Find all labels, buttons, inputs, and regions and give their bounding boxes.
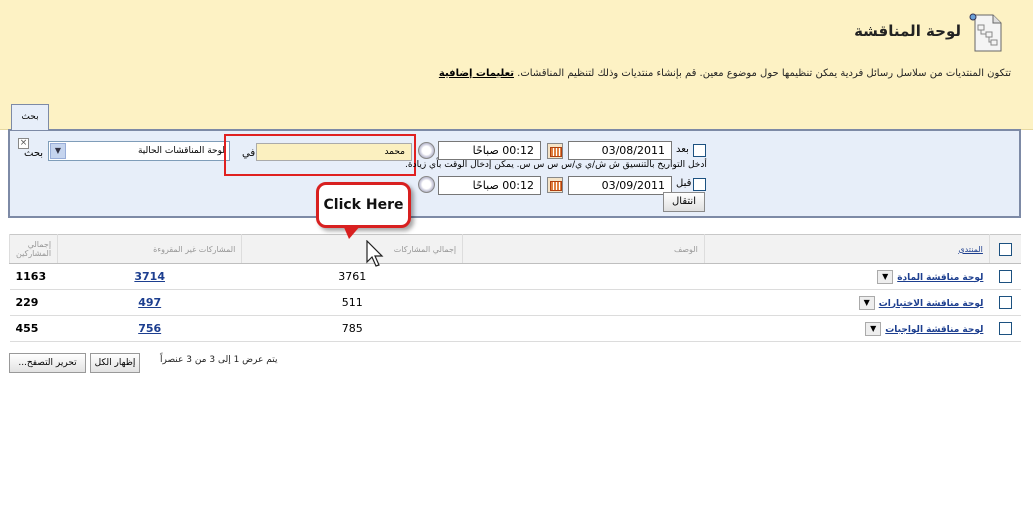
search-scope-value: لوحة المناقشات الحالية <box>137 146 225 156</box>
description-cell <box>462 315 705 342</box>
show-all-button[interactable]: إظهار الكل <box>90 353 140 373</box>
clock-icon[interactable] <box>418 176 435 193</box>
row-select-cell <box>989 289 1021 316</box>
chevron-down-icon[interactable]: ▼ <box>877 269 894 284</box>
before-checkbox[interactable] <box>693 178 706 191</box>
after-label: بعد <box>676 144 689 155</box>
chevron-down-icon[interactable]: ▼ <box>865 321 882 336</box>
description-cell <box>462 263 705 290</box>
select-all-checkbox[interactable] <box>998 242 1012 256</box>
chevron-down-icon[interactable]: ▼ <box>858 295 875 310</box>
col-forum[interactable]: المنتدى <box>703 234 990 264</box>
unread-posts-cell: 3714 <box>57 263 242 290</box>
unread-posts-cell: 756 <box>57 315 242 342</box>
col-participants: إجمالي المشاركين <box>8 234 58 264</box>
unread-link[interactable]: 3714 <box>134 270 165 283</box>
before-label: قبل <box>676 178 692 189</box>
clock-icon[interactable] <box>418 142 435 159</box>
search-panel: × بحث لوحة المناقشات الحالية ▼ في محمد 0… <box>8 129 1021 218</box>
participants-cell: 1163 <box>9 263 58 290</box>
row-checkbox[interactable] <box>998 270 1012 284</box>
row-select-cell <box>989 263 1021 290</box>
calendar-icon[interactable] <box>547 177 563 193</box>
after-checkbox[interactable] <box>693 144 706 157</box>
participants-cell: 229 <box>9 289 58 316</box>
description-cell <box>462 289 705 316</box>
more-help-link[interactable]: تعليمات إضافية <box>439 68 514 79</box>
unread-posts-cell: 497 <box>57 289 242 316</box>
click-here-callout: Click Here <box>316 182 411 228</box>
page-description: تتكون المنتديات من سلاسل رسائل فردية يمك… <box>439 68 1011 79</box>
forum-link[interactable]: لوحة مناقشة المادة <box>897 273 983 283</box>
after-time-input[interactable]: 00:12 صباحًا <box>438 141 541 160</box>
page-header: لوحة المناقشة تتكون المنتديات من سلاسل ر… <box>0 0 1033 130</box>
chevron-down-icon[interactable]: ▼ <box>50 143 66 159</box>
after-date-input[interactable]: 03/08/2011 <box>568 141 672 160</box>
edit-paging-button[interactable]: تحرير التصفح... <box>9 353 86 373</box>
go-button[interactable]: انتقال <box>663 192 705 212</box>
forum-link[interactable]: لوحة مناقشة الواجبات <box>885 325 983 335</box>
tab-search[interactable]: بحث <box>11 104 49 130</box>
row-checkbox[interactable] <box>998 322 1012 336</box>
mouse-cursor-icon <box>366 240 384 267</box>
before-time-input[interactable]: 00:12 صباحًا <box>438 176 541 195</box>
forum-cell: لوحة مناقشة الواجبات▼ <box>704 315 990 342</box>
col-description: الوصف <box>462 234 705 264</box>
paging-status: يتم عرض 1 إلى 3 من 3 عنصراً <box>160 355 278 365</box>
total-posts-cell: 3761 <box>241 263 463 290</box>
table-row: لوحة مناقشة المادة▼ 3761 3714 1163 <box>9 263 1021 290</box>
date-format-hint: أدخل التواريخ بالتنسيق ش ش/ي ي/س س س س. … <box>405 160 707 170</box>
row-select-cell <box>989 315 1021 342</box>
total-posts-cell: 785 <box>241 315 463 342</box>
forum-link[interactable]: لوحة مناقشة الاختبارات <box>879 299 984 309</box>
unread-link[interactable]: 756 <box>138 322 161 335</box>
discussion-board-icon <box>969 13 1002 52</box>
description-text: تتكون المنتديات من سلاسل رسائل فردية يمك… <box>517 68 1011 79</box>
total-posts-cell: 511 <box>241 289 463 316</box>
before-date-input[interactable]: 03/09/2011 <box>568 176 672 195</box>
search-label: بحث <box>24 148 44 159</box>
highlight-box <box>224 134 416 176</box>
forums-table: المنتدى الوصف إجمالي المشاركات المشاركات… <box>8 234 1021 342</box>
select-all-cell <box>988 234 1021 264</box>
forum-cell: لوحة مناقشة المادة▼ <box>704 263 990 290</box>
table-row: لوحة مناقشة الاختبارات ▼ 511 497 229 <box>9 289 1021 316</box>
search-scope-select[interactable]: لوحة المناقشات الحالية ▼ <box>48 141 230 161</box>
participants-cell: 455 <box>9 315 58 342</box>
calendar-icon[interactable] <box>547 143 563 159</box>
callout-pointer <box>343 225 361 239</box>
row-checkbox[interactable] <box>998 296 1012 310</box>
page-title: لوحة المناقشة <box>854 22 961 40</box>
unread-link[interactable]: 497 <box>138 296 161 309</box>
table-row: لوحة مناقشة الواجبات▼ 785 756 455 <box>9 315 1021 342</box>
table-header-row: المنتدى الوصف إجمالي المشاركات المشاركات… <box>8 234 1021 264</box>
forum-cell: لوحة مناقشة الاختبارات ▼ <box>704 289 990 316</box>
col-unread-posts: المشاركات غير المقروءة <box>57 234 242 264</box>
